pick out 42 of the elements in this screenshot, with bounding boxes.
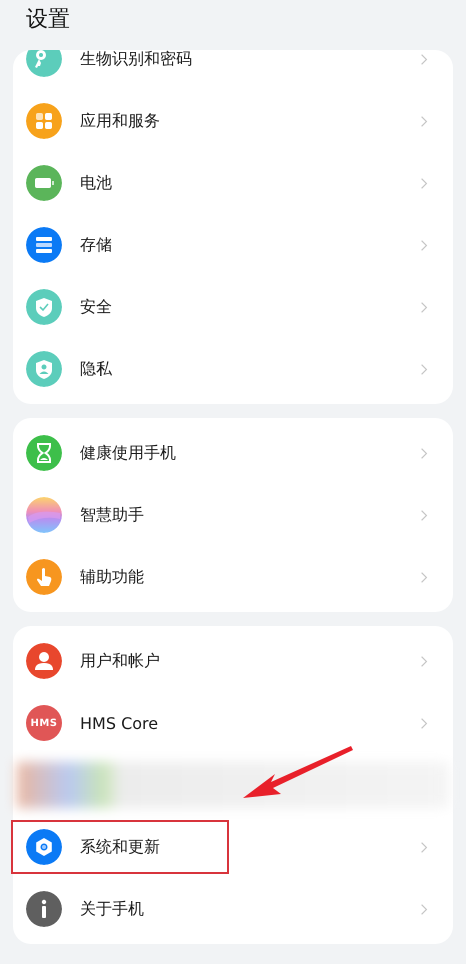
page-title: 设置 <box>26 6 70 34</box>
chevron-icon <box>420 902 428 916</box>
settings-item[interactable]: 系统和更新 <box>13 816 453 878</box>
item-label: 用户和帐户 <box>80 650 161 672</box>
settings-item[interactable]: 隐私 <box>13 338 453 400</box>
item-label: 应用和服务 <box>80 110 161 132</box>
settings-item[interactable]: HMS HMS Core <box>13 692 453 754</box>
item-label: 电池 <box>80 172 113 194</box>
settings-item[interactable]: 辅助功能 <box>13 546 453 608</box>
item-label: 生物识别和密码 <box>80 50 193 70</box>
settings-item[interactable]: 应用和服务 <box>13 90 453 152</box>
settings-item[interactable]: 电池 <box>13 152 453 214</box>
hms-icon: HMS <box>26 705 62 741</box>
item-label: 隐私 <box>80 358 113 380</box>
settings-item[interactable]: 智慧助手 <box>13 484 453 546</box>
item-label: 存储 <box>80 234 113 256</box>
settings-item[interactable]: 生物识别和密码 <box>13 50 453 90</box>
chevron-icon <box>420 238 428 252</box>
item-label: 健康使用手机 <box>80 442 177 464</box>
settings-item[interactable]: 健康使用手机 <box>13 422 453 484</box>
chevron-icon <box>420 52 428 66</box>
chevron-icon <box>420 716 428 730</box>
chevron-icon <box>420 840 428 854</box>
item-label: 系统和更新 <box>80 836 161 858</box>
chevron-icon <box>420 300 428 314</box>
chevron-icon <box>420 654 428 668</box>
settings-item[interactable]: 关于手机 <box>13 878 453 940</box>
item-label: 关于手机 <box>80 898 145 920</box>
item-label: HMS Core <box>80 714 160 732</box>
settings-item[interactable]: 安全 <box>13 276 453 338</box>
settings-item[interactable]: 用户和帐户 <box>13 630 453 692</box>
chevron-icon <box>420 446 428 460</box>
chevron-icon <box>420 114 428 128</box>
chevron-icon <box>420 362 428 376</box>
chevron-icon <box>420 508 428 522</box>
assistant-orb-icon <box>26 497 62 533</box>
item-label: 安全 <box>80 296 113 318</box>
settings-item[interactable]: 存储 <box>13 214 453 276</box>
chevron-icon <box>420 176 428 190</box>
chevron-icon <box>420 570 428 584</box>
item-label: 辅助功能 <box>80 566 145 588</box>
item-label: 智慧助手 <box>80 504 145 526</box>
